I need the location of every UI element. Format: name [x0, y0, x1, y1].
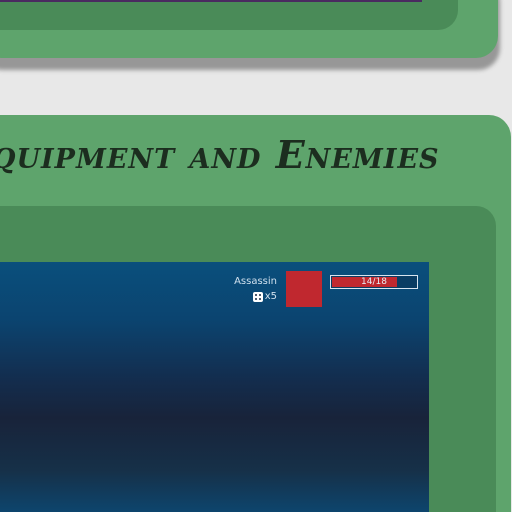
enemy-dice-count: x5 [252, 291, 277, 302]
enemy-portrait[interactable] [286, 271, 322, 307]
top-card [0, 0, 498, 58]
top-card-strip [0, 0, 422, 2]
top-card-inner-panel [0, 0, 458, 30]
enemy-name: Assassin [234, 276, 277, 287]
battle-viewport[interactable]: Assassin x5 14/18 [0, 262, 429, 512]
dice-icon [252, 291, 263, 302]
dice-count-label: x5 [264, 291, 277, 302]
game-screen: Equipment and Enemies Assassin x5 14/18 [0, 0, 512, 512]
enemy-health-bar: 14/18 [330, 275, 418, 289]
section-title: Equipment and Enemies [0, 132, 440, 177]
health-bar-text: 14/18 [361, 277, 387, 287]
